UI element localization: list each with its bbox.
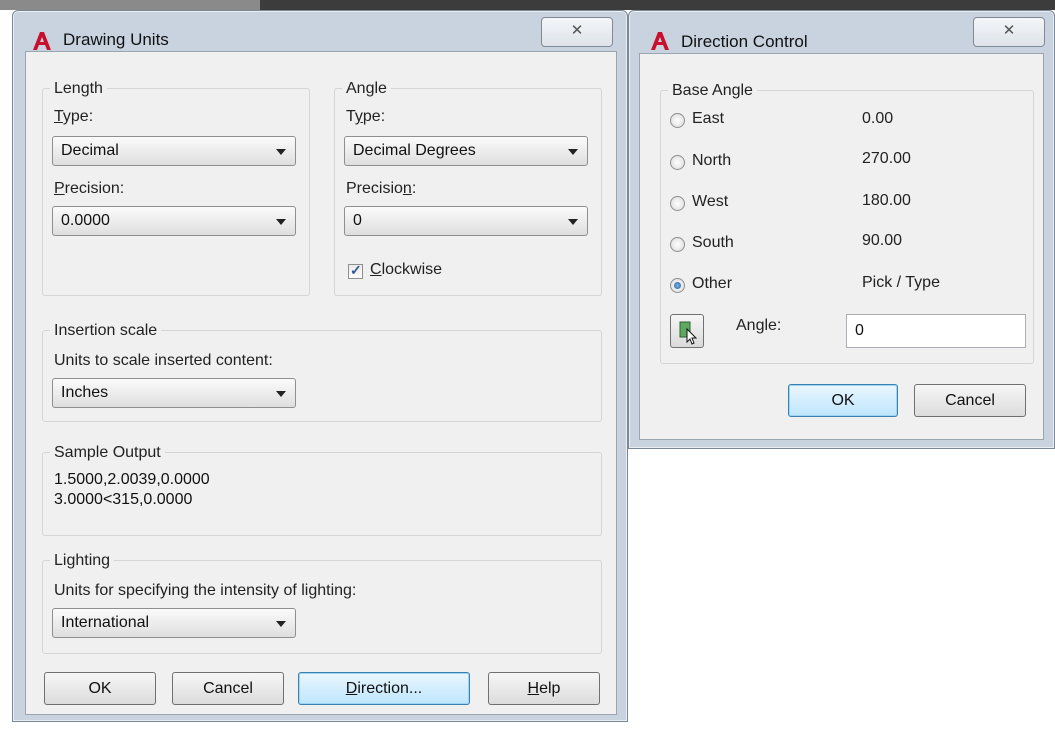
direction-control-titlebar[interactable]: Direction Control ✕ xyxy=(629,11,1054,51)
autocad-a-icon xyxy=(649,30,671,52)
clockwise-checkbox[interactable]: ✓ xyxy=(348,262,363,279)
other-label[interactable]: Other xyxy=(692,275,732,293)
lighting-group-label: Lighting xyxy=(50,552,115,570)
drawing-units-body: Length Type: Decimal Precision: 0.0000 A… xyxy=(25,51,617,715)
angle-input-value: 0 xyxy=(855,322,864,339)
chevron-down-icon xyxy=(276,149,286,155)
angle-group-label: Angle xyxy=(342,80,391,98)
chevron-down-icon xyxy=(276,391,286,397)
east-label[interactable]: East xyxy=(692,110,724,128)
south-label[interactable]: South xyxy=(692,234,734,252)
pick-point-icon xyxy=(679,321,698,345)
length-precision-label: Precision: xyxy=(54,180,125,197)
west-value: 180.00 xyxy=(862,192,911,209)
checkmark-icon: ✓ xyxy=(350,262,362,278)
drawing-units-dialog: Drawing Units ✕ Length Type: Decimal Pre… xyxy=(12,10,628,722)
cancel-button[interactable]: Cancel xyxy=(914,384,1026,417)
lighting-group xyxy=(42,560,602,654)
angle-precision-label: Precision: xyxy=(346,180,417,197)
angle-precision-value: 0 xyxy=(353,212,362,229)
close-icon[interactable]: ✕ xyxy=(541,17,613,47)
east-radio[interactable] xyxy=(670,113,685,128)
direction-control-dialog: Direction Control ✕ Base Angle East 0.00… xyxy=(628,10,1055,449)
angle-precision-select[interactable]: 0 xyxy=(344,206,588,236)
cancel-button[interactable]: Cancel xyxy=(172,672,284,705)
drawing-units-titlebar[interactable]: Drawing Units ✕ xyxy=(13,11,627,51)
length-type-label: Type: xyxy=(54,108,94,125)
other-radio[interactable] xyxy=(670,278,685,293)
radio-selected-dot xyxy=(674,282,681,289)
west-radio[interactable] xyxy=(670,196,685,211)
pick-type-label: Pick / Type xyxy=(862,274,940,291)
sample-output-line-2: 3.0000<315,0.0000 xyxy=(54,491,193,508)
background-strip xyxy=(0,0,1055,10)
pick-angle-button[interactable] xyxy=(670,314,704,348)
west-label[interactable]: West xyxy=(692,193,728,211)
north-radio[interactable] xyxy=(670,155,685,170)
direction-control-body: Base Angle East 0.00 North 270.00 West 1… xyxy=(639,53,1044,440)
angle-label: Angle: xyxy=(736,317,782,334)
length-precision-select[interactable]: 0.0000 xyxy=(52,206,296,236)
sample-output-label: Sample Output xyxy=(50,444,165,462)
ok-button[interactable]: OK xyxy=(788,384,898,417)
north-value: 270.00 xyxy=(862,150,911,167)
base-angle-label: Base Angle xyxy=(668,82,757,100)
autocad-a-icon xyxy=(31,30,53,52)
length-type-select[interactable]: Decimal xyxy=(52,136,296,166)
clockwise-label[interactable]: Clockwise xyxy=(370,261,442,279)
help-button[interactable]: Help xyxy=(488,672,600,705)
direction-control-title: Direction Control xyxy=(681,32,808,51)
angle-type-label: Type: xyxy=(346,108,386,125)
insertion-units-value: Inches xyxy=(61,384,109,401)
length-precision-value: 0.0000 xyxy=(61,212,110,229)
sample-output-line-1: 1.5000,2.0039,0.0000 xyxy=(54,471,210,488)
insertion-units-label: Units to scale inserted content: xyxy=(54,352,273,369)
angle-type-select[interactable]: Decimal Degrees xyxy=(344,136,588,166)
insertion-units-select[interactable]: Inches xyxy=(52,378,296,408)
chevron-down-icon xyxy=(276,621,286,627)
insertion-scale-group xyxy=(42,330,602,422)
north-label[interactable]: North xyxy=(692,152,731,170)
south-value: 90.00 xyxy=(862,232,903,249)
lighting-units-label: Units for specifying the intensity of li… xyxy=(54,582,357,599)
chevron-down-icon xyxy=(568,149,578,155)
lighting-units-select[interactable]: International xyxy=(52,608,296,638)
drawing-units-title: Drawing Units xyxy=(63,30,169,49)
direction-button[interactable]: Direction... xyxy=(298,672,470,705)
close-icon[interactable]: ✕ xyxy=(973,17,1045,47)
chevron-down-icon xyxy=(568,219,578,225)
length-type-value: Decimal xyxy=(61,142,119,159)
lighting-units-value: International xyxy=(61,614,150,631)
south-radio[interactable] xyxy=(670,237,685,252)
angle-input[interactable]: 0 xyxy=(846,314,1026,348)
length-group-label: Length xyxy=(50,80,107,98)
insertion-scale-label: Insertion scale xyxy=(50,322,162,340)
angle-type-value: Decimal Degrees xyxy=(353,142,476,159)
east-value: 0.00 xyxy=(862,110,894,127)
ok-button[interactable]: OK xyxy=(44,672,156,705)
chevron-down-icon xyxy=(276,219,286,225)
